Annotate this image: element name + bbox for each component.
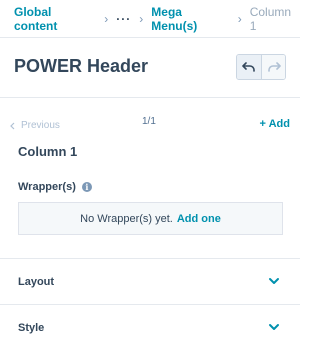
- previous-label: Previous: [21, 120, 60, 131]
- page-count: 1/1: [142, 116, 156, 127]
- page-title: POWER Header: [14, 56, 149, 76]
- breadcrumb-separator: ›: [237, 11, 242, 26]
- wrapper-field-label: Wrapper(s) i: [18, 181, 92, 193]
- undo-button[interactable]: [237, 55, 261, 79]
- breadcrumb-current: Column 1: [249, 4, 292, 33]
- chevron-left-icon: [10, 122, 15, 129]
- section-label: Layout: [18, 276, 55, 288]
- item-title: Column 1: [18, 144, 78, 159]
- item-pager: Previous 1/1 + Add: [0, 112, 300, 136]
- wrapper-label-text: Wrapper(s): [18, 181, 76, 193]
- breadcrumb: Global content › ··· › Mega Menu(s) › Co…: [0, 0, 300, 38]
- undo-icon: [242, 62, 255, 72]
- section-label: Style: [18, 322, 45, 334]
- module-header: POWER Header: [0, 38, 300, 98]
- breadcrumb-global-content[interactable]: Global content: [14, 5, 96, 33]
- history-controls: [236, 54, 286, 80]
- redo-button[interactable]: [261, 55, 285, 79]
- section-style[interactable]: Style: [0, 304, 300, 350]
- breadcrumb-separator: ›: [139, 11, 144, 26]
- previous-button[interactable]: Previous: [10, 120, 60, 131]
- add-one-link[interactable]: Add one: [177, 213, 221, 225]
- chevron-down-icon: [269, 324, 279, 330]
- empty-state-text: No Wrapper(s) yet.: [80, 212, 173, 225]
- info-icon[interactable]: i: [81, 182, 92, 192]
- redo-icon: [267, 62, 281, 72]
- breadcrumb-mega-menus[interactable]: Mega Menu(s): [151, 5, 229, 33]
- add-item-button[interactable]: + Add: [260, 118, 290, 130]
- breadcrumb-more-button[interactable]: ···: [116, 12, 131, 26]
- wrapper-empty-state: No Wrapper(s) yet. Add one: [18, 202, 283, 235]
- section-layout[interactable]: Layout: [0, 258, 300, 304]
- breadcrumb-separator: ›: [104, 11, 109, 26]
- chevron-down-icon: [269, 278, 279, 284]
